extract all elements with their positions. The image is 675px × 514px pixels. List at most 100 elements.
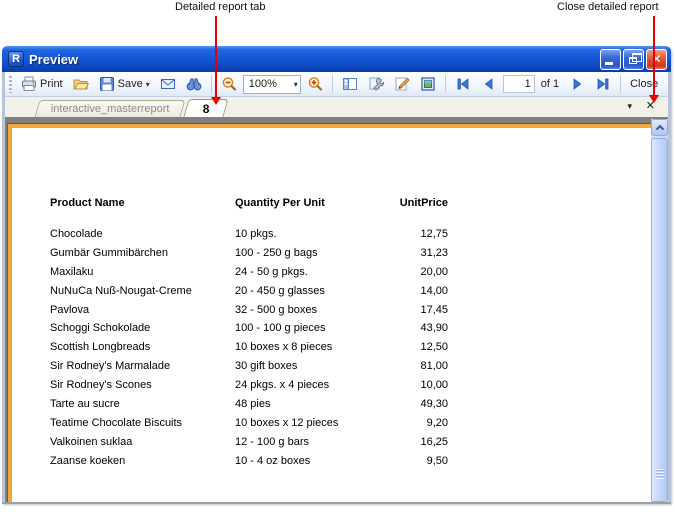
find-button[interactable] (182, 74, 206, 94)
table-cell: 100 - 100 g pieces (235, 322, 326, 335)
close-window-button[interactable]: ✕ (646, 48, 667, 70)
report-page-border: Product Name Quantity Per Unit UnitPrice… (7, 123, 651, 502)
table-cell: 12,50 (420, 341, 448, 354)
page-setup-button[interactable] (364, 74, 388, 94)
annotation-line-right (653, 16, 655, 96)
table-cell: Gumbär Gummibärchen (50, 246, 168, 259)
table-cell: Schoggi Schokolade (50, 322, 151, 335)
tab-list-dropdown-icon[interactable]: ▾ (627, 101, 632, 112)
table-cell: 10,00 (420, 379, 448, 392)
toolbar-grip[interactable] (9, 75, 12, 93)
table-cell: Pavlova (50, 303, 90, 316)
zoom-in-button[interactable] (303, 74, 327, 94)
next-page-icon (573, 78, 582, 90)
restore-icon (629, 52, 642, 64)
table-cell: 17,45 (420, 303, 448, 316)
column-header-unitprice: UnitPrice (399, 197, 448, 209)
table-row[interactable]: Pavlova 32 - 500 g boxes 17,45 (12, 304, 651, 323)
vertical-scrollbar[interactable] (651, 119, 668, 502)
tab-interactive-masterreport[interactable]: interactive_masterreport (34, 100, 186, 117)
export-image-button[interactable] (416, 74, 440, 94)
previous-page-button[interactable] (477, 74, 501, 94)
previous-page-icon (484, 78, 493, 90)
table-row[interactable]: Gumbär Gummibärchen 100 - 250 g bags 31,23 (12, 247, 651, 266)
zoom-in-icon (308, 77, 322, 91)
toolbar-separator (620, 75, 622, 93)
minimize-icon (605, 61, 613, 65)
scroll-up-button[interactable] (651, 119, 668, 136)
thumbnails-panel-button[interactable] (338, 74, 362, 94)
scrollbar-grip-icon (656, 469, 664, 479)
table-cell: Chocolade (50, 228, 103, 240)
table-cell: Tarte au sucre (50, 398, 120, 411)
tab-label: 8 (202, 101, 210, 116)
table-cell: 49,30 (420, 398, 448, 411)
table-row[interactable]: Tarte au sucre 48 pies 49,30 (12, 398, 651, 417)
table-cell: 24 pkgs. x 4 pieces (235, 379, 330, 392)
zoom-level-combobox[interactable]: 100% ▾ (242, 74, 301, 94)
printer-icon (22, 76, 36, 91)
table-row[interactable]: Chocolade 10 pkgs. 12,75 (12, 228, 651, 247)
close-preview-button[interactable]: Close (626, 76, 662, 92)
print-button[interactable]: Print (17, 74, 67, 94)
table-cell: Teatime Chocolate Biscuits (50, 416, 183, 429)
annotation-detailed-report-tab: Detailed report tab (175, 1, 266, 13)
table-row[interactable]: Schoggi Schokolade 100 - 100 g pieces 43,9… (12, 322, 651, 341)
table-cell: 20,00 (420, 265, 448, 278)
table-header-row: Product Name Quantity Per Unit UnitPrice (12, 197, 651, 209)
annotation-arrow-left (211, 97, 221, 105)
save-label: Save (117, 78, 143, 90)
wrench-icon (369, 77, 384, 91)
last-page-icon (597, 78, 609, 90)
table-cell: 9,50 (426, 454, 448, 467)
zoom-out-icon (222, 77, 236, 91)
table-cell: Maxilaku (50, 265, 94, 278)
open-button[interactable] (69, 74, 93, 94)
preview-pane: Product Name Quantity Per Unit UnitPrice… (5, 117, 668, 502)
zoom-level-value: 100% (248, 78, 277, 90)
last-page-button[interactable] (591, 74, 615, 94)
table-cell: 31,23 (420, 246, 448, 259)
edit-button[interactable] (390, 74, 414, 94)
table-row[interactable]: Sir Rodney's Marmalade 30 gift boxes 81,00 (12, 360, 651, 379)
annotation-close-detailed-report: Close detailed report (557, 1, 659, 13)
title-bar[interactable]: R Preview ✕ (2, 46, 671, 72)
column-header-product-name: Product Name (50, 197, 125, 209)
annotation-line-left (215, 16, 217, 98)
table-cell: 14,00 (420, 284, 448, 297)
scrollbar-thumb[interactable] (651, 138, 668, 502)
table-cell: 9,20 (426, 416, 448, 429)
table-cell: 30 gift boxes (235, 360, 298, 373)
table-cell: Valkoinen suklaa (50, 435, 133, 448)
minimize-button[interactable] (600, 48, 621, 70)
envelope-icon (160, 79, 175, 89)
table-row[interactable]: Teatime Chocolate Biscuits 10 boxes x 12 … (12, 417, 651, 436)
zoom-out-button[interactable] (217, 74, 241, 94)
preview-window: R Preview ✕ Print Save ▾ 100% ▾ 1 of 1 C… (2, 46, 671, 504)
tab-detailed-report-8[interactable]: 8 (183, 99, 229, 117)
table-cell: 10 boxes x 8 pieces (235, 341, 333, 354)
first-page-button[interactable] (451, 74, 475, 94)
tab-label: interactive_masterreport (50, 103, 170, 115)
email-button[interactable] (156, 74, 180, 94)
current-page-input[interactable]: 1 (502, 75, 535, 93)
table-cell: Sir Rodney's Scones (50, 379, 152, 392)
table-row[interactable]: Valkoinen suklaa 12 - 100 g bars 16,25 (12, 436, 651, 455)
table-cell: Scottish Longbreads (50, 341, 151, 354)
toolbar-separator (210, 75, 212, 93)
chevron-up-icon (655, 124, 664, 134)
picture-icon (420, 77, 435, 91)
table-cell: 100 - 250 g bags (235, 246, 318, 259)
next-page-button[interactable] (565, 74, 589, 94)
table-body: Chocolade 10 pkgs. 12,75 Gumbär Gummibärche… (12, 228, 651, 474)
table-row[interactable]: Scottish Longbreads 10 boxes x 8 pieces 12… (12, 341, 651, 360)
restore-button[interactable] (623, 48, 644, 70)
pencil-icon (395, 77, 410, 91)
save-dropdown-icon[interactable]: ▾ (146, 80, 150, 89)
column-header-quantity-per-unit: Quantity Per Unit (235, 197, 325, 209)
table-row[interactable]: NuNuCa Nuß-Nougat-Creme 20 - 450 g glasse… (12, 285, 651, 304)
save-button[interactable]: Save ▾ (95, 74, 154, 94)
table-row[interactable]: Sir Rodney's Scones 24 pkgs. x 4 pieces 10… (12, 379, 651, 398)
table-row[interactable]: Zaanse koeken 10 - 4 oz boxes 9,50 (12, 455, 651, 474)
table-row[interactable]: Maxilaku 24 - 50 g pkgs. 20,00 (12, 266, 651, 285)
